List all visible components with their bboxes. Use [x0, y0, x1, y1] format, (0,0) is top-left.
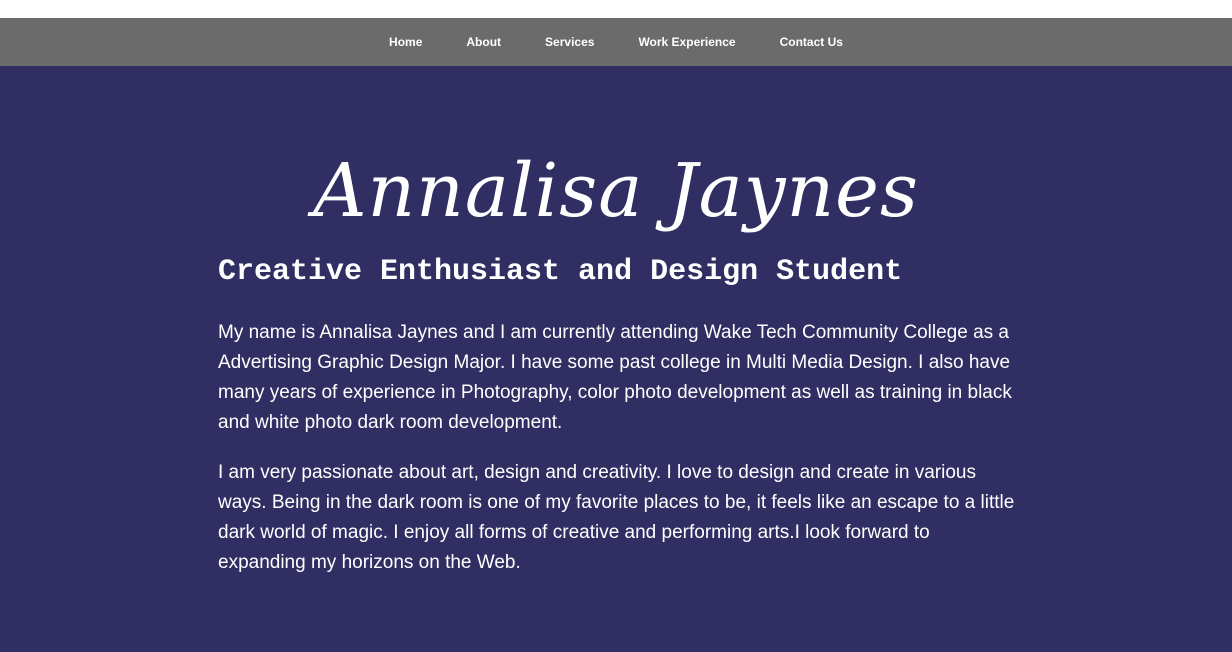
nav-link-services[interactable]: Services: [545, 35, 594, 49]
nav-link-contact-us[interactable]: Contact Us: [780, 35, 843, 49]
hero-section: Annalisa Jaynes Creative Enthusiast and …: [0, 66, 1232, 652]
nav-link-work-experience[interactable]: Work Experience: [638, 35, 735, 49]
nav-link-home[interactable]: Home: [389, 35, 422, 49]
hero-name-heading: Annalisa Jaynes: [313, 148, 919, 234]
hero-subtitle: Creative Enthusiast and Design Student: [218, 255, 903, 289]
bio-paragraph-2: I am very passionate about art, design a…: [218, 462, 1015, 573]
main-navigation: Home About Services Work Experience Cont…: [0, 18, 1232, 66]
bio-paragraph-1: My name is Annalisa Jaynes and I am curr…: [218, 322, 1012, 433]
nav-link-about[interactable]: About: [466, 35, 501, 49]
top-margin: [0, 0, 1232, 18]
